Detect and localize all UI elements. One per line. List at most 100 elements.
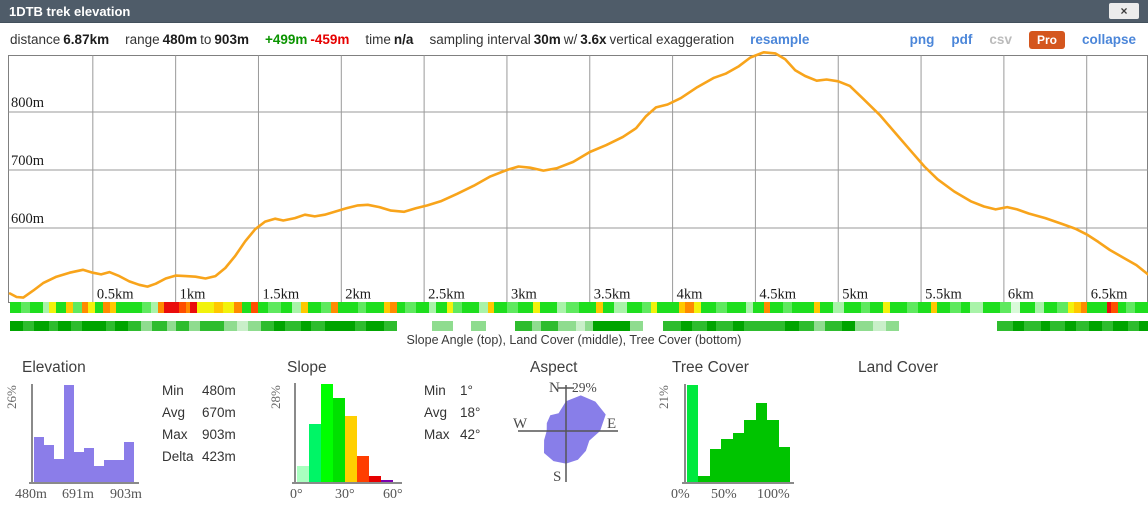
slope-angle-strip bbox=[10, 302, 1148, 313]
strip-segment bbox=[1065, 321, 1076, 331]
window-title: 1DTB trek elevation bbox=[9, 4, 130, 19]
strip-segment bbox=[692, 321, 707, 331]
strip-segment bbox=[49, 321, 58, 331]
strip-segment bbox=[142, 302, 151, 313]
histogram-bar bbox=[104, 460, 114, 482]
strip-segment bbox=[432, 321, 454, 331]
stat-row: Min480m bbox=[162, 383, 236, 405]
strip-segment bbox=[71, 321, 82, 331]
strip-segment bbox=[799, 321, 814, 331]
elevation-panel-title: Elevation bbox=[22, 359, 86, 377]
x-tick-label: 5.5km bbox=[925, 287, 962, 303]
strips-caption: Slope Angle (top), Land Cover (middle), … bbox=[0, 333, 1148, 347]
strip-segment bbox=[248, 321, 261, 331]
strip-segment bbox=[285, 321, 300, 331]
strip-segment bbox=[1126, 302, 1135, 313]
strip-segment bbox=[274, 321, 285, 331]
strip-segment bbox=[176, 321, 189, 331]
strip-segment bbox=[1102, 321, 1113, 331]
elevation-stats: Min480mAvg670mMax903mDelta423m bbox=[162, 383, 236, 471]
stat-value: 903m bbox=[202, 427, 236, 449]
strip-segment bbox=[1020, 302, 1035, 313]
strip-segment bbox=[82, 321, 95, 331]
stat-value: 1° bbox=[460, 383, 473, 405]
strip-segment bbox=[727, 302, 747, 313]
elevation-y-axis bbox=[31, 384, 33, 484]
strip-segment bbox=[268, 302, 281, 313]
strip-segment bbox=[281, 302, 292, 313]
strip-segment bbox=[844, 302, 861, 313]
strip-segment bbox=[95, 321, 106, 331]
histogram-bar bbox=[84, 448, 94, 482]
histogram-bar bbox=[733, 433, 744, 482]
strip-segment bbox=[814, 321, 825, 331]
strip-segment bbox=[347, 302, 358, 313]
strip-segment bbox=[515, 321, 532, 331]
strip-segment bbox=[558, 321, 575, 331]
histogram-bar bbox=[54, 459, 64, 482]
strip-segment bbox=[462, 302, 479, 313]
strip-segment bbox=[707, 321, 716, 331]
histogram-bar bbox=[687, 385, 698, 482]
histogram-bar bbox=[64, 385, 74, 482]
strip-segment bbox=[970, 302, 983, 313]
strip-segment bbox=[614, 302, 627, 313]
stat-value: 670m bbox=[202, 405, 236, 427]
x-tick-label: 3.5km bbox=[594, 287, 631, 303]
strip-segment bbox=[223, 302, 234, 313]
strip-segment bbox=[783, 302, 792, 313]
elevation-profile-chart[interactable]: 0.5km1km1.5km2km2.5km3km3.5km4km4.5km5km… bbox=[0, 42, 1148, 304]
strip-segment bbox=[886, 321, 899, 331]
x-tick-label: 6km bbox=[1008, 287, 1035, 303]
strip-segment bbox=[10, 302, 21, 313]
strip-segment bbox=[950, 302, 961, 313]
strip-segment bbox=[1044, 302, 1057, 313]
aspect-east-label: E bbox=[607, 416, 616, 432]
tree-cover-panel-title: Tree Cover bbox=[672, 359, 749, 377]
strip-segment bbox=[1000, 302, 1011, 313]
strip-segment bbox=[540, 302, 557, 313]
strip-segment bbox=[613, 321, 630, 331]
strip-segment bbox=[643, 321, 663, 331]
y-tick-label: 800m bbox=[11, 95, 45, 111]
strip-segment bbox=[405, 302, 416, 313]
strip-segment bbox=[397, 302, 406, 313]
strip-segment bbox=[1011, 302, 1020, 313]
slope-xtick-mid: 30° bbox=[335, 487, 355, 503]
strip-segment bbox=[630, 321, 643, 331]
x-tick-label: 4.5km bbox=[759, 287, 796, 303]
strip-segment bbox=[214, 302, 223, 313]
strip-segment bbox=[338, 302, 347, 313]
strip-segment bbox=[855, 321, 872, 331]
strip-segment bbox=[1139, 321, 1148, 331]
strip-segment bbox=[642, 302, 651, 313]
strip-segment bbox=[189, 321, 200, 331]
histogram-bar bbox=[721, 439, 732, 482]
strip-segment bbox=[663, 321, 680, 331]
histogram-bar bbox=[74, 452, 84, 482]
strip-segment bbox=[106, 321, 115, 331]
strip-segment bbox=[436, 302, 447, 313]
strip-segment bbox=[1118, 302, 1127, 313]
strip-segment bbox=[397, 321, 432, 331]
tree-cover-xtick-mid: 50% bbox=[711, 487, 737, 503]
close-icon[interactable]: × bbox=[1109, 3, 1139, 19]
strip-segment bbox=[873, 321, 886, 331]
strip-segment bbox=[384, 321, 397, 331]
strip-segment bbox=[842, 321, 855, 331]
strip-segment bbox=[518, 302, 533, 313]
strip-segment bbox=[167, 321, 176, 331]
tree-cover-histogram bbox=[687, 385, 790, 482]
stat-row: Delta423m bbox=[162, 449, 236, 471]
strip-segment bbox=[416, 302, 429, 313]
strip-segment bbox=[733, 321, 744, 331]
strip-segment bbox=[890, 302, 907, 313]
strip-segment bbox=[200, 321, 213, 331]
strip-segment bbox=[128, 321, 141, 331]
strip-segment bbox=[870, 302, 883, 313]
elevation-xtick-mid: 691m bbox=[62, 487, 94, 503]
strip-segment bbox=[1113, 321, 1128, 331]
x-tick-label: 2.5km bbox=[428, 287, 465, 303]
strip-segment bbox=[10, 313, 1148, 321]
histogram-bar bbox=[779, 447, 790, 482]
